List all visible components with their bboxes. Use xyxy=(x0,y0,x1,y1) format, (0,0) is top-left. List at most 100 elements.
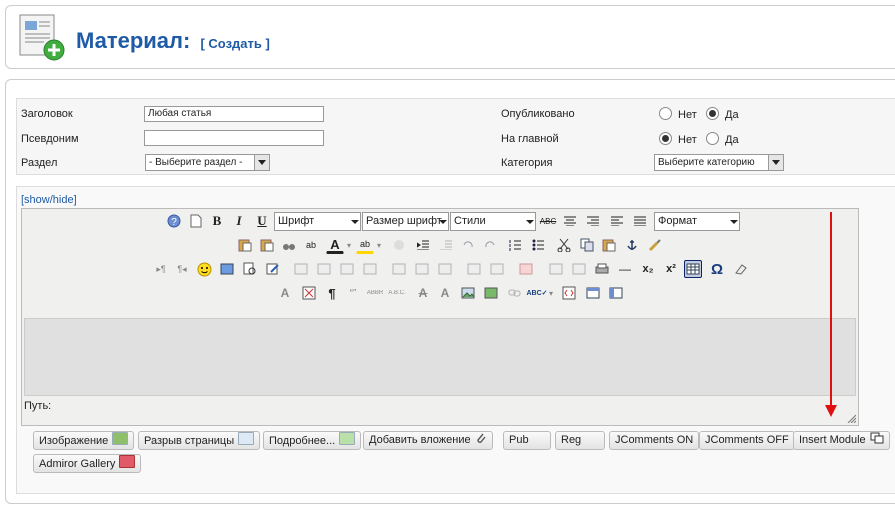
highlight-color-icon[interactable]: ab xyxy=(356,236,374,254)
insert-table-icon[interactable] xyxy=(684,260,702,278)
font-family-select[interactable]: Шрифт xyxy=(274,212,361,231)
horizontal-rule-icon[interactable]: — xyxy=(616,260,634,278)
published-label: Опубликовано xyxy=(501,108,575,120)
anchor-icon[interactable] xyxy=(623,236,641,254)
pagebreak-button[interactable]: Разрыв страницы xyxy=(138,431,261,450)
published-no-radio[interactable] xyxy=(659,107,672,120)
italic-icon[interactable]: I xyxy=(230,212,248,230)
cleanup-icon[interactable] xyxy=(390,236,408,254)
cite-icon[interactable]: “” xyxy=(344,284,362,302)
font-size-select[interactable]: Размер шрифт xyxy=(362,212,449,231)
eraser-icon[interactable] xyxy=(731,260,749,278)
jcomments-off-button[interactable]: JComments OFF xyxy=(699,431,795,450)
title-input[interactable]: Любая статья xyxy=(144,106,324,122)
edit-icon[interactable] xyxy=(264,260,282,278)
paste-text-icon[interactable] xyxy=(258,236,276,254)
indent-icon[interactable] xyxy=(414,236,432,254)
ins-icon[interactable]: A xyxy=(436,284,454,302)
table-delete-icon[interactable] xyxy=(517,260,535,278)
rtl-icon[interactable]: ¶◂ xyxy=(173,260,191,278)
table-insert-row-icon[interactable] xyxy=(338,260,356,278)
align-left-icon[interactable] xyxy=(608,212,626,230)
align-center-icon[interactable] xyxy=(561,212,579,230)
insert-module-button[interactable]: Insert Module xyxy=(793,431,890,450)
published-yes-radio[interactable] xyxy=(706,107,719,120)
alias-input[interactable] xyxy=(144,130,324,146)
code-icon[interactable] xyxy=(560,284,578,302)
table-cell-props-icon[interactable] xyxy=(315,260,333,278)
outdent-icon[interactable] xyxy=(437,236,455,254)
layer-icon[interactable] xyxy=(607,284,625,302)
help-icon[interactable]: ? xyxy=(165,212,183,230)
table-split-icon[interactable] xyxy=(465,260,483,278)
fullscreen-icon[interactable] xyxy=(584,284,602,302)
table-icon[interactable] xyxy=(570,260,588,278)
format-value: Формат xyxy=(658,215,698,227)
replace-icon[interactable]: ab xyxy=(302,236,320,254)
print-icon[interactable] xyxy=(593,260,611,278)
superscript-icon[interactable]: x² xyxy=(662,260,680,278)
paste-icon[interactable] xyxy=(236,236,254,254)
subscript-icon[interactable]: x₂ xyxy=(639,260,657,278)
editor-content-area[interactable] xyxy=(24,318,856,396)
pub-button[interactable]: Pub xyxy=(503,431,551,450)
media-icon[interactable] xyxy=(218,260,236,278)
find-icon[interactable] xyxy=(280,236,298,254)
abbr-icon[interactable]: ABBR xyxy=(366,284,384,302)
category-label: Категория xyxy=(501,157,553,169)
jcomments-on-button[interactable]: JComments ON xyxy=(609,431,700,450)
visual-aid-icon[interactable] xyxy=(547,260,565,278)
strikethrough-icon[interactable]: ABC xyxy=(539,212,557,230)
align-justify-icon[interactable] xyxy=(631,212,649,230)
underline-icon[interactable]: U xyxy=(253,212,271,230)
acronym-icon[interactable]: A.B.C. xyxy=(388,284,406,302)
spellcheck-dropdown-icon[interactable]: ▾ xyxy=(546,284,556,302)
gallery-icon[interactable] xyxy=(482,284,500,302)
table-col-before-icon[interactable] xyxy=(390,260,408,278)
attributes-icon[interactable]: A xyxy=(276,284,294,302)
resize-grip-icon[interactable] xyxy=(846,413,857,424)
format-select[interactable]: Формат xyxy=(654,212,740,231)
show-hide-link[interactable]: [show/hide] xyxy=(21,194,77,206)
paste-word-icon[interactable] xyxy=(600,236,618,254)
bold-icon[interactable]: B xyxy=(208,212,226,230)
insert-image-button[interactable]: Изображение xyxy=(33,431,135,450)
frontpage-no-radio[interactable] xyxy=(659,132,672,145)
link-icon[interactable] xyxy=(506,284,524,302)
preview-icon[interactable] xyxy=(241,260,259,278)
brush-icon[interactable] xyxy=(646,236,664,254)
new-document-icon[interactable] xyxy=(187,212,205,230)
ltr-icon[interactable]: ▸¶ xyxy=(152,260,170,278)
visual-chars-icon[interactable]: ¶ xyxy=(323,284,341,302)
undo-icon[interactable] xyxy=(459,236,477,254)
text-color-icon[interactable]: A xyxy=(326,236,344,254)
ordered-list-icon[interactable] xyxy=(506,236,524,254)
reg-button[interactable]: Reg xyxy=(555,431,605,450)
table-delete-row-icon[interactable] xyxy=(361,260,379,278)
spellcheck-icon[interactable]: ABC✓ xyxy=(526,284,547,302)
unordered-list-icon[interactable] xyxy=(529,236,547,254)
section-label: Раздел xyxy=(21,157,58,169)
table-row-props-icon[interactable] xyxy=(292,260,310,278)
table-delete-col-icon[interactable] xyxy=(436,260,454,278)
styles-select[interactable]: Стили xyxy=(450,212,536,231)
del-icon[interactable]: A xyxy=(414,284,432,302)
highlight-color-dropdown-icon[interactable]: ▾ xyxy=(374,236,384,254)
readmore-button[interactable]: Подробнее... xyxy=(263,431,362,450)
section-select[interactable]: - Выберите раздел - xyxy=(145,154,270,171)
image-icon[interactable] xyxy=(459,284,477,302)
table-merge-icon[interactable] xyxy=(488,260,506,278)
align-right-icon[interactable] xyxy=(584,212,602,230)
copy-icon[interactable] xyxy=(578,236,596,254)
admiror-gallery-button[interactable]: Admiror Gallery xyxy=(33,454,142,473)
emotions-icon[interactable] xyxy=(195,260,213,278)
table-col-after-icon[interactable] xyxy=(413,260,431,278)
special-char-icon[interactable]: Ω xyxy=(708,260,726,278)
add-attachment-button[interactable]: Добавить вложение xyxy=(363,431,493,450)
non-breaking-icon[interactable] xyxy=(300,284,318,302)
text-color-dropdown-icon[interactable]: ▾ xyxy=(344,236,354,254)
cut-icon[interactable] xyxy=(555,236,573,254)
category-select[interactable]: Выберите категорию xyxy=(654,154,784,171)
redo-icon[interactable] xyxy=(481,236,499,254)
frontpage-yes-radio[interactable] xyxy=(706,132,719,145)
